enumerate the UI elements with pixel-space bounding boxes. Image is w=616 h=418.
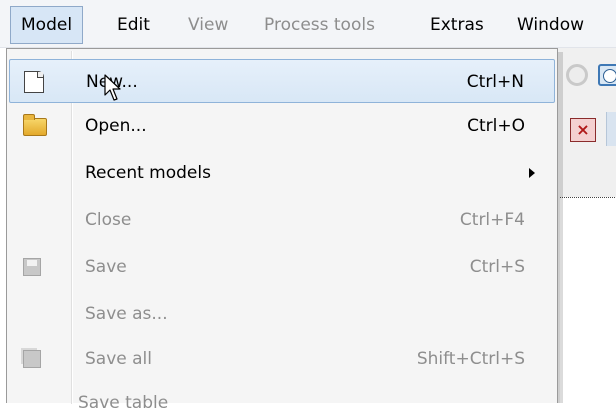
menu-item-close[interactable]: Close Ctrl+F4 xyxy=(9,198,555,242)
menu-item-open-label: Open... xyxy=(85,116,147,136)
new-document-icon xyxy=(24,71,44,93)
menu-item-recent-models[interactable]: Recent models xyxy=(9,151,555,195)
menu-item-close-label: Close xyxy=(85,210,132,230)
model-canvas-panel[interactable] xyxy=(560,197,616,404)
menu-item-save-table-partial[interactable]: Save table xyxy=(78,388,168,418)
save-all-icon xyxy=(23,350,41,368)
menu-item-save-all-shortcut: Shift+Ctrl+S xyxy=(416,349,525,369)
menu-item-save-all[interactable]: Save all Shift+Ctrl+S xyxy=(9,337,555,381)
close-icon[interactable]: × xyxy=(570,118,596,142)
menu-item-save[interactable]: Save Ctrl+S xyxy=(9,245,555,289)
menu-edit[interactable]: Edit xyxy=(107,6,160,44)
menu-extras[interactable]: Extras xyxy=(420,6,494,44)
clock-icon[interactable] xyxy=(598,64,616,86)
menu-item-new-shortcut: Ctrl+N xyxy=(466,72,524,92)
menu-shadow xyxy=(558,52,563,403)
save-icon xyxy=(23,258,41,276)
mouse-pointer-icon xyxy=(104,74,121,101)
open-folder-icon xyxy=(23,114,47,136)
menu-item-new[interactable]: New... Ctrl+N xyxy=(9,59,555,103)
side-panel-handle[interactable] xyxy=(606,112,616,146)
menu-model[interactable]: Model xyxy=(10,6,84,44)
menu-item-save-label: Save xyxy=(85,257,127,277)
menu-item-save-as[interactable]: Save as... xyxy=(9,292,555,336)
menu-view[interactable]: View xyxy=(178,6,238,44)
menu-bar: Model Edit View Process tools Extras Win… xyxy=(0,0,616,48)
menu-item-close-shortcut: Ctrl+F4 xyxy=(459,210,525,230)
menu-item-open[interactable]: Open... Ctrl+O xyxy=(9,104,555,148)
menu-window[interactable]: Window xyxy=(507,6,594,44)
menu-item-save-as-label: Save as... xyxy=(85,304,168,324)
refresh-icon[interactable] xyxy=(566,64,588,86)
submenu-arrow-icon xyxy=(529,168,535,178)
menu-item-save-all-label: Save all xyxy=(85,349,152,369)
menu-process-tools[interactable]: Process tools xyxy=(254,6,385,44)
model-dropdown-menu: New... Ctrl+N Open... Ctrl+O Recent mode… xyxy=(6,48,558,404)
menu-item-open-shortcut: Ctrl+O xyxy=(467,116,525,136)
menu-item-save-shortcut: Ctrl+S xyxy=(469,257,525,277)
menu-item-recent-models-label: Recent models xyxy=(85,163,211,183)
